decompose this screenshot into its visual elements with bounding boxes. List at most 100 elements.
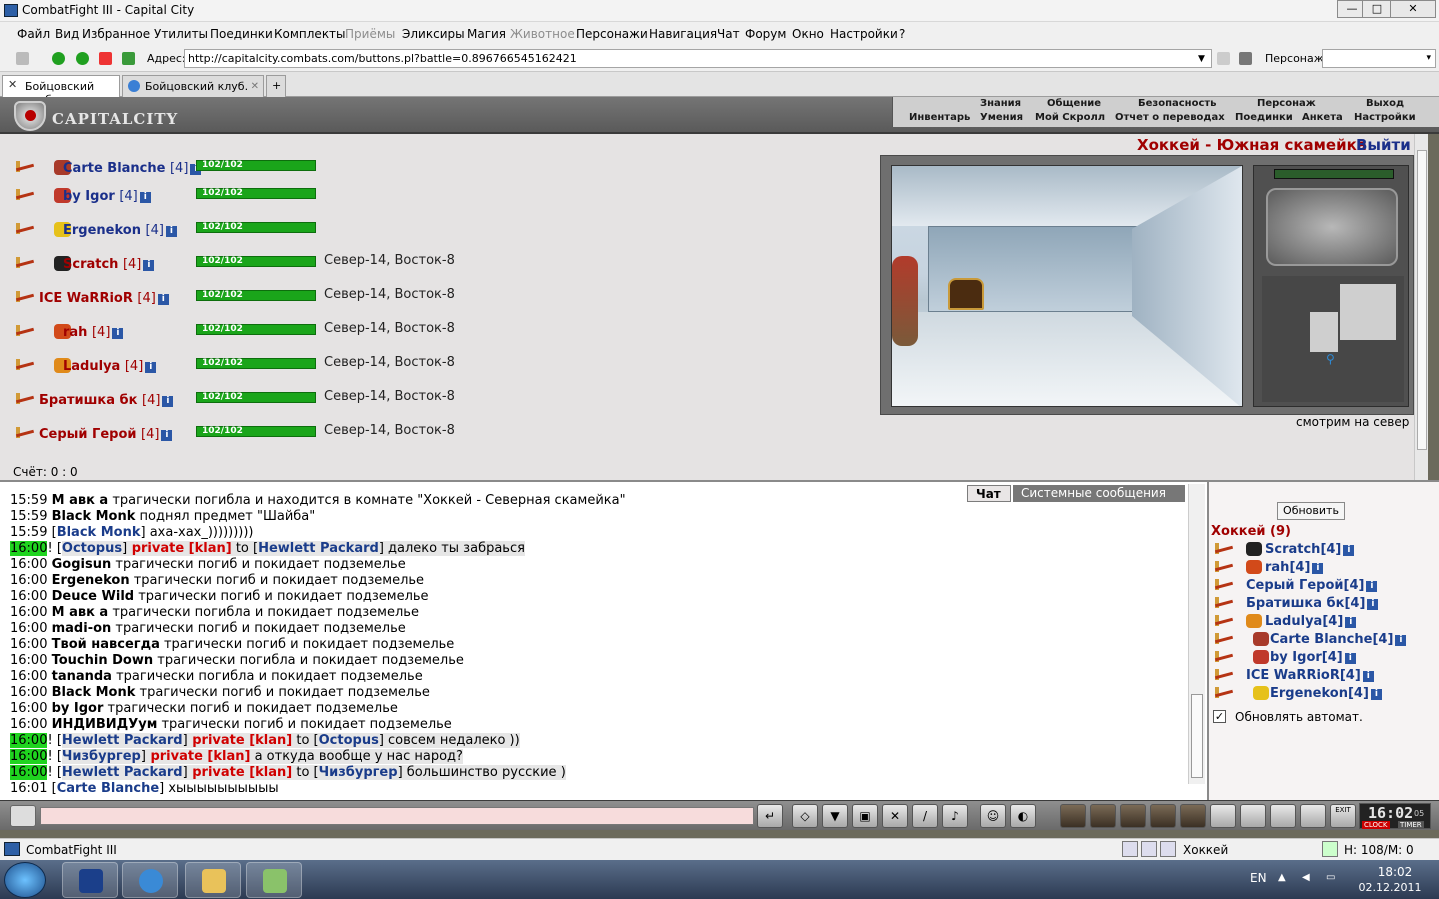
attack-icon[interactable] xyxy=(14,392,35,406)
nav-bottom-item-0[interactable]: Инвентарь xyxy=(909,112,970,123)
chat-nick[interactable]: Чизбургер xyxy=(62,749,141,764)
player-name[interactable]: ICE WaRRioR [4] i xyxy=(39,291,169,306)
info-icon[interactable]: i xyxy=(1362,671,1374,682)
menu-item-4[interactable]: Поединки xyxy=(210,27,273,41)
menu-item-16[interactable]: ? xyxy=(899,27,905,41)
attack-icon[interactable] xyxy=(1213,542,1234,556)
member-name[interactable]: ICE WaRRioR[4] i xyxy=(1246,668,1374,683)
back-icon[interactable] xyxy=(52,52,65,65)
chat-time[interactable]: 15:59 xyxy=(10,493,47,508)
close-button[interactable]: ✕ xyxy=(1390,0,1436,18)
menu-item-1[interactable]: Вид xyxy=(55,27,79,41)
menu-item-12[interactable]: Чат xyxy=(717,27,740,41)
tray-language[interactable]: EN xyxy=(1250,871,1267,885)
chat-time[interactable]: 16:00 xyxy=(10,653,47,668)
info-icon[interactable]: i xyxy=(1344,653,1356,664)
chat-time[interactable]: 16:00 xyxy=(10,589,47,604)
bag-icon[interactable] xyxy=(1060,804,1086,828)
chat-time[interactable]: 15:59 xyxy=(10,525,47,540)
nav-bottom-item-5[interactable]: Анкета xyxy=(1302,112,1343,123)
attack-icon[interactable] xyxy=(14,160,35,174)
player-name[interactable]: Серый Герой [4] i xyxy=(39,427,173,442)
menu-item-5[interactable]: Комплекты xyxy=(274,27,346,41)
compass-control[interactable] xyxy=(1266,188,1398,266)
chat-scrollbar[interactable] xyxy=(1188,484,1205,784)
refresh-icon[interactable] xyxy=(122,52,135,65)
translit-icon[interactable]: ◐ xyxy=(1010,804,1036,828)
chat-time[interactable]: 16:00 xyxy=(10,733,48,748)
chevron-down-icon[interactable]: ▼ xyxy=(1198,54,1205,64)
stop-icon[interactable] xyxy=(99,52,112,65)
music-icon[interactable]: ♪ xyxy=(942,804,968,828)
attack-icon[interactable] xyxy=(14,358,35,372)
pin-icon[interactable] xyxy=(16,52,29,65)
attack-icon[interactable] xyxy=(14,290,35,304)
save-icon[interactable]: ▣ xyxy=(852,804,878,828)
tab-chat[interactable]: Чат xyxy=(967,485,1011,502)
start-button[interactable] xyxy=(4,862,46,898)
chat-time[interactable]: 16:00 xyxy=(10,637,47,652)
address-input[interactable] xyxy=(184,49,1212,68)
info-icon[interactable]: i xyxy=(143,260,155,271)
nav-bottom-item-4[interactable]: Поединки xyxy=(1235,112,1293,123)
player-name[interactable]: Ladulya [4] i xyxy=(63,359,157,374)
eraser-icon[interactable]: ◇ xyxy=(792,804,818,828)
chat-time[interactable]: 16:00 xyxy=(10,701,47,716)
exit-link[interactable]: Выйти xyxy=(1356,136,1411,154)
smile-icon[interactable]: ☺ xyxy=(980,804,1006,828)
attack-icon[interactable] xyxy=(14,222,35,236)
player-name[interactable]: rah [4] i xyxy=(63,325,124,340)
attack-icon[interactable] xyxy=(1213,668,1234,682)
paw-icon[interactable] xyxy=(1270,804,1296,828)
chat-time[interactable]: 16:00 xyxy=(10,717,47,732)
chat-time[interactable]: 16:00 xyxy=(10,621,47,636)
slash-icon[interactable]: / xyxy=(912,804,938,828)
flag-icon[interactable] xyxy=(1300,804,1326,828)
nav-top-item-1[interactable]: Общение xyxy=(1047,98,1101,109)
menu-item-6[interactable]: Приёмы xyxy=(345,27,395,41)
close-page-icon[interactable] xyxy=(1217,52,1230,65)
chat-nick[interactable]: tananda xyxy=(52,669,112,684)
friends-icon[interactable] xyxy=(1210,804,1236,828)
menu-item-13[interactable]: Форум xyxy=(745,27,786,41)
volume-icon[interactable]: ◀ xyxy=(1302,872,1316,886)
info-icon[interactable]: i xyxy=(1345,617,1357,628)
chat-time[interactable]: 16:00 xyxy=(10,669,47,684)
menu-item-10[interactable]: Персонажи xyxy=(576,27,648,41)
attack-icon[interactable] xyxy=(1213,614,1234,628)
member-name[interactable]: Ergenekon[4] i xyxy=(1270,686,1382,701)
chat-nick[interactable]: Твой навсегда xyxy=(52,637,160,652)
list-icon[interactable] xyxy=(1160,841,1176,857)
nav-bottom-item-2[interactable]: Мой Скролл xyxy=(1035,112,1105,123)
member-name[interactable]: by Igor[4] i xyxy=(1270,650,1356,665)
page-icon[interactable] xyxy=(1141,841,1157,857)
chat-nick[interactable]: Black Monk xyxy=(57,525,141,540)
chat-nick[interactable]: ИНДИВИДУум xyxy=(52,717,158,732)
refresh-button[interactable]: Обновить xyxy=(1277,502,1345,520)
tray-date[interactable]: 02.12.2011 xyxy=(1358,881,1422,894)
member-name[interactable]: Carte Blanche[4] i xyxy=(1270,632,1407,647)
chat-time[interactable]: 16:00 xyxy=(10,557,47,572)
network-icon[interactable]: ▭ xyxy=(1326,872,1340,886)
taskbar-app[interactable] xyxy=(246,862,302,898)
chat-nick[interactable]: Hewlett Packard xyxy=(62,765,183,780)
attack-icon[interactable] xyxy=(1213,650,1234,664)
nav-top-item-3[interactable]: Персонаж xyxy=(1257,98,1316,109)
menu-item-14[interactable]: Окно xyxy=(792,27,824,41)
player-name[interactable]: Scratch [4] i xyxy=(63,257,155,272)
attack-icon[interactable] xyxy=(1213,632,1234,646)
info-icon[interactable]: i xyxy=(1395,635,1407,646)
new-tab-button[interactable]: + xyxy=(266,75,286,97)
nav-bottom-item-3[interactable]: Отчет о переводах xyxy=(1115,112,1225,123)
menu-item-7[interactable]: Эликсиры xyxy=(402,27,465,41)
tray-time[interactable]: 18:02 xyxy=(1370,865,1420,879)
info-icon[interactable]: i xyxy=(1366,581,1378,592)
player-name[interactable]: Братишка бк [4] i xyxy=(39,393,174,408)
member-name[interactable]: Ladulya[4] i xyxy=(1265,614,1357,629)
chat-nick[interactable]: М авк а xyxy=(52,605,109,620)
character-select[interactable]: ▾ xyxy=(1322,49,1436,68)
chat-time[interactable]: 16:00 xyxy=(10,605,47,620)
taskbar-ie[interactable] xyxy=(122,862,178,898)
member-name[interactable]: Серый Герой[4] i xyxy=(1246,578,1378,593)
attack-icon[interactable] xyxy=(1213,560,1234,574)
